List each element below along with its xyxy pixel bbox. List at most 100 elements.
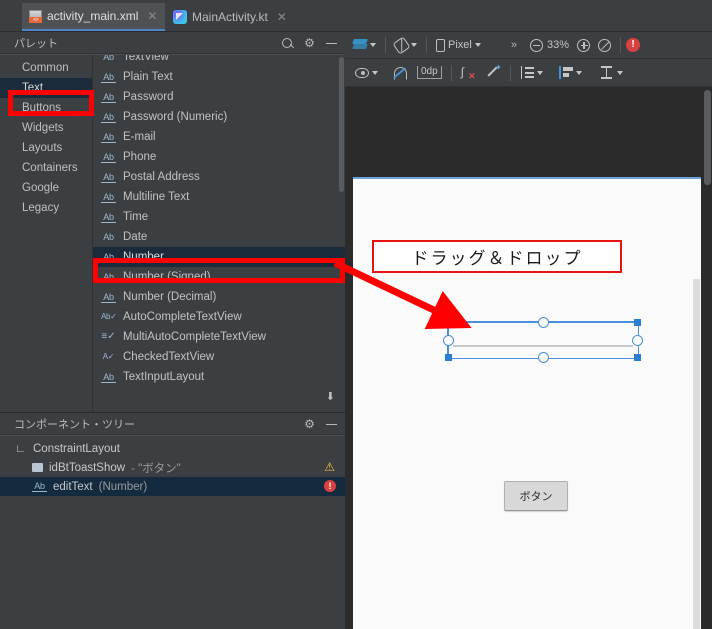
tree-row-idbttoastshow[interactable]: idBtToastShow - "ボタン" ⚠	[0, 458, 345, 477]
error-icon[interactable]: !	[626, 38, 640, 52]
component-tree-body: ∟ ConstraintLayout idBtToastShow - "ボタン"…	[0, 435, 345, 629]
resize-handle-top-right[interactable]	[634, 319, 641, 326]
clear-constraints-button[interactable]: ∫ ✕	[457, 63, 479, 83]
palette-item-multiautocompletetextview[interactable]: ≡✓ MultiAutoCompleteTextView	[93, 327, 345, 347]
resize-handle-bottom-right[interactable]	[634, 354, 641, 361]
default-margin-button[interactable]: 0dp	[413, 63, 446, 83]
palette-item-label: Phone	[123, 151, 157, 163]
warning-icon[interactable]: ⚠	[324, 461, 335, 473]
gear-icon[interactable]: ⚙	[304, 418, 315, 430]
zoom-fit-button[interactable]	[594, 35, 615, 55]
palette-item-checkedtextview[interactable]: A✓ CheckedTextView	[93, 347, 345, 367]
gear-icon[interactable]: ⚙	[304, 37, 315, 49]
ab-icon: Ab	[101, 192, 116, 203]
ab-icon: Ab	[101, 92, 116, 103]
preview-button-widget[interactable]: ボタン	[504, 481, 568, 511]
autoconnect-button[interactable]	[389, 63, 410, 83]
palette-item-label: TextView	[123, 55, 169, 63]
palette-item-phone[interactable]: Ab Phone	[93, 147, 345, 167]
guidelines-button[interactable]	[596, 63, 627, 83]
infer-constraints-button[interactable]	[483, 63, 505, 83]
toolbar-divider	[426, 37, 427, 53]
minimize-icon[interactable]	[326, 38, 337, 49]
annotation-highlight-number-item	[93, 258, 345, 283]
zoom-out-button[interactable]	[526, 35, 547, 55]
design-mode-button[interactable]	[349, 35, 380, 55]
chevron-down-icon	[474, 43, 481, 47]
tab-label: activity_main.xml	[47, 9, 139, 23]
orientation-button[interactable]	[391, 35, 421, 55]
palette-item-label: Number (Decimal)	[123, 291, 217, 303]
tree-row-suffix: (Number)	[98, 480, 148, 493]
chevron-down-icon	[575, 70, 582, 75]
constraint-handle-top[interactable]	[537, 317, 549, 328]
constraint-layout-icon: ∟	[15, 442, 26, 455]
constraint-handle-bottom[interactable]	[537, 352, 549, 363]
ab-icon: Ab	[103, 232, 114, 242]
pack-button[interactable]	[516, 63, 547, 83]
view-options-button[interactable]	[351, 63, 382, 83]
palette-title: パレット	[14, 37, 58, 50]
palette-item-multiline-text[interactable]: Ab Multiline Text	[93, 187, 345, 207]
palette-item-label: E-mail	[123, 131, 156, 143]
palette-item-label: TextInputLayout	[123, 371, 205, 383]
palette-item-label: MultiAutoCompleteTextView	[123, 331, 266, 343]
palette-category-google[interactable]: Google	[0, 178, 92, 198]
annotation-drag-drop-label: ドラッグ＆ドロップ	[372, 240, 622, 273]
resize-handle-top-left[interactable]	[445, 319, 452, 326]
palette-item-label: Date	[123, 231, 148, 243]
zoom-in-icon	[577, 38, 590, 52]
device-button[interactable]: Pixel	[432, 35, 485, 55]
ab-icon: Ab	[101, 292, 116, 303]
close-icon[interactable]: ✕	[147, 10, 157, 22]
design-canvas[interactable]: ボタン	[345, 88, 712, 629]
component-tree-header: コンポーネント・ツリー ⚙	[0, 413, 345, 435]
palette-item-textinputlayout[interactable]: Ab TextInputLayout	[93, 367, 345, 387]
resize-handle-bottom-left[interactable]	[445, 354, 452, 361]
layers-icon	[352, 39, 368, 51]
canvas-scrollbar-top[interactable]	[704, 90, 711, 185]
palette-item-plain-text[interactable]: Ab Plain Text	[93, 67, 345, 87]
palette-category-widgets[interactable]: Widgets	[0, 118, 92, 138]
palette-item-autocompletetextview[interactable]: Ab✓ AutoCompleteTextView	[93, 307, 345, 327]
toolbar-divider	[385, 37, 386, 53]
ab-icon: Ab	[101, 72, 116, 83]
palette-category-containers[interactable]: Containers	[0, 158, 92, 178]
close-icon[interactable]: ✕	[277, 11, 287, 23]
palette-header-tools: ⚙	[282, 32, 337, 54]
more-options-button[interactable]: »	[507, 35, 520, 55]
palette-scrollbar[interactable]	[339, 57, 344, 192]
minimize-icon[interactable]	[326, 419, 337, 430]
preview-button-label: ボタン	[519, 491, 553, 503]
search-icon[interactable]	[282, 37, 293, 49]
palette-item-password-numeric[interactable]: Ab Password (Numeric)	[93, 107, 345, 127]
zoom-level: 33%	[546, 39, 569, 51]
constraint-handle-left[interactable]	[443, 334, 454, 346]
selected-edittext-widget[interactable]	[443, 317, 643, 363]
tree-row-edittext[interactable]: Ab editText (Number) !	[0, 477, 345, 496]
palette-header: パレット ⚙	[0, 32, 345, 54]
palette-item-date[interactable]: Ab Date	[93, 227, 345, 247]
palette-item-postal-address[interactable]: Ab Postal Address	[93, 167, 345, 187]
palette-item-number-decimal[interactable]: Ab Number (Decimal)	[93, 287, 345, 307]
palette-item-textview[interactable]: Ab TextView	[93, 55, 345, 67]
download-icon[interactable]: ⬇	[326, 392, 335, 403]
canvas-scrollbar-track[interactable]	[693, 279, 700, 629]
zoom-in-button[interactable]	[573, 35, 594, 55]
tab-activity-main-xml[interactable]: <> activity_main.xml ✕	[22, 3, 166, 31]
palette-item-password[interactable]: Ab Password	[93, 87, 345, 107]
tree-row-constraintlayout[interactable]: ∟ ConstraintLayout	[0, 439, 345, 458]
error-icon[interactable]: !	[324, 480, 336, 492]
palette-item-time[interactable]: Ab Time	[93, 207, 345, 227]
tab-main-activity-kt[interactable]: MainActivity.kt ✕	[166, 3, 295, 31]
palette-category-common[interactable]: Common	[0, 58, 92, 78]
align-button[interactable]	[555, 63, 586, 83]
palette-category-legacy[interactable]: Legacy	[0, 198, 92, 218]
tree-row-suffix: - "ボタン"	[131, 462, 181, 475]
toolbar-divider	[450, 64, 452, 81]
magic-wand-icon	[487, 63, 502, 79]
baseline-icon	[600, 66, 614, 79]
palette-item-email[interactable]: Ab E-mail	[93, 127, 345, 147]
palette-category-layouts[interactable]: Layouts	[0, 138, 92, 158]
constraint-handle-right[interactable]	[632, 334, 643, 346]
